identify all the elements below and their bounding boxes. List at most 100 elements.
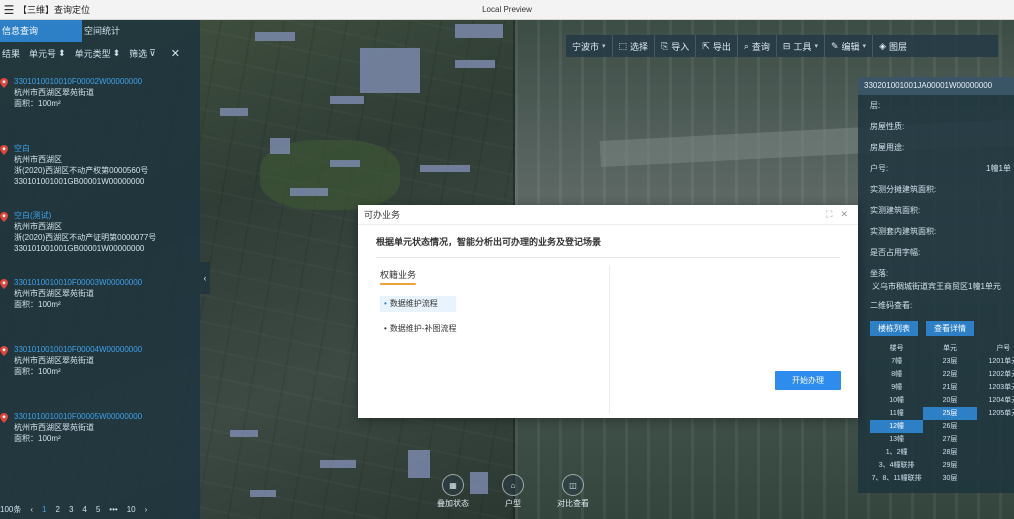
unit-id[interactable]: 3301010010010F00004W00000000 [14, 344, 200, 355]
unit-id[interactable]: 3301010010010F00002W00000000 [14, 76, 200, 87]
floorplan-button[interactable]: ⌂ 户型 [488, 474, 538, 509]
table-cell [977, 472, 1014, 485]
table-row[interactable]: 7、8、11幢联排 30层 [870, 472, 1014, 485]
table-cell [977, 459, 1014, 472]
unit-line: 330101001001GB00001W00000000 [14, 244, 145, 253]
unit-line: 面积：100m² [14, 367, 61, 376]
table-row[interactable]: 11幢 25层 1205单元 [870, 407, 1014, 420]
compare-view-button[interactable]: ◫ 对比查看 [548, 474, 598, 509]
building-block [320, 460, 356, 468]
location-pin-icon [0, 212, 8, 222]
view-detail-button[interactable]: 查看详情 [926, 321, 974, 336]
export-button[interactable]: ⇱ 导出 [696, 35, 738, 57]
list-item[interactable]: 3301010010010F00005W00000000 杭州市西湖区翠苑街道 … [0, 411, 200, 478]
building-table: 楼号 单元 户号 7幢 23层 1201单元 8幢 22层 1202单元 9幢 21层 12… [870, 342, 1014, 485]
sort-unit-type-label: 单元类型 [74, 48, 111, 59]
unit-id[interactable]: 3301010010010F00003W00000000 [14, 277, 200, 288]
unit-id[interactable]: 空白 [14, 143, 200, 154]
table-row[interactable]: 12幢 26层 [870, 420, 1014, 433]
window-title-bar: ☰ 【三维】查询定位 Local Preview [0, 0, 1014, 20]
close-icon[interactable]: ✕ [171, 47, 180, 60]
search-icon: ⌕ [743, 40, 749, 51]
divider [376, 257, 840, 258]
compare-view-label: 对比查看 [557, 499, 589, 508]
table-cell: 20层 [942, 397, 958, 404]
detail-label: 实测套内建筑面积: [870, 227, 937, 236]
detail-label: 实测建筑面积: [870, 206, 921, 215]
location-pin-icon [0, 145, 8, 155]
table-row[interactable]: 10幢 20层 1204单元 [870, 394, 1014, 407]
table-row[interactable]: 3、4幢联排 29层 [870, 459, 1014, 472]
import-button[interactable]: ⎘ 导入 [655, 35, 697, 57]
option-data-maintenance[interactable]: • 数据维护流程 [380, 296, 456, 312]
dialog-title: 可办业务 [364, 210, 401, 220]
left-tabs: 信息查询 空间统计 [0, 20, 200, 42]
select-button[interactable]: ⬚ 选择 [613, 35, 656, 57]
list-item[interactable]: 3301010010010F00003W00000000 杭州市西湖区翠苑街道 … [0, 277, 200, 344]
next-page-icon[interactable]: › [145, 505, 148, 514]
unit-id[interactable]: 空白(测试) [14, 210, 200, 221]
list-item[interactable]: 空白 杭州市西湖区 浙(2020)西湖区不动产权第0000560号 330101… [0, 143, 200, 210]
list-item[interactable]: 3301010010010F00002W00000000 杭州市西湖区翠苑街道 … [0, 76, 200, 143]
table-cell [977, 420, 1014, 433]
export-icon: ⇱ [702, 40, 710, 51]
search-button[interactable]: ⌕ 查询 [738, 35, 777, 57]
page-ellipsis[interactable]: ••• [109, 505, 117, 514]
table-cell: 7、8、11幢联排 [871, 475, 922, 482]
building-block [455, 24, 503, 38]
tools-label: 工具 [793, 41, 812, 52]
table-cell: 30层 [942, 475, 958, 482]
filter-button[interactable]: 筛选 ⊽ [129, 47, 156, 60]
location-pin-icon [0, 346, 8, 356]
page-2[interactable]: 2 [55, 505, 59, 514]
layers-button[interactable]: ◈ 图层 [873, 35, 913, 57]
layers-icon: ◈ [879, 40, 886, 51]
page-4[interactable]: 4 [82, 505, 86, 514]
unit-line: 330101001001GB00001W00000000 [14, 177, 145, 186]
prev-page-icon[interactable]: ‹ [30, 505, 33, 514]
tab-space-statistics[interactable]: 空间统计 [82, 20, 164, 42]
bullet-icon: • [384, 324, 387, 333]
fullscreen-icon[interactable]: ⛶ [826, 209, 832, 220]
table-cell: 11幢 [889, 410, 904, 417]
table-row[interactable]: 9幢 21层 1203单元 [870, 381, 1014, 394]
table-row[interactable]: 8幢 22层 1202单元 [870, 368, 1014, 381]
list-item[interactable]: 空白(测试) 杭州市西湖区 浙(2020)西湖区不动产证明第0000077号 3… [0, 210, 200, 277]
page-3[interactable]: 3 [69, 505, 73, 514]
floorplan-label: 户型 [505, 499, 521, 508]
hamburger-menu-icon[interactable]: ☰ [0, 3, 18, 17]
result-list: 3301010010010F00002W00000000 杭州市西湖区翠苑街道 … [0, 76, 200, 478]
select-icon: ⬚ [618, 40, 628, 51]
table-cell: 26层 [942, 423, 958, 430]
detail-row: 是否占用字幅: [858, 242, 1014, 263]
page-5[interactable]: 5 [96, 505, 100, 514]
list-item[interactable]: 3301010010010F00004W00000000 杭州市西湖区翠苑街道 … [0, 344, 200, 411]
detail-row: 实测套内建筑面积: [858, 221, 1014, 242]
unit-id[interactable]: 3301010010010F00005W00000000 [14, 411, 200, 422]
overlay-status-button[interactable]: ▦ 叠加状态 [428, 474, 478, 509]
building-block [330, 160, 360, 167]
toolbox-icon: ⊟ [782, 40, 791, 51]
unit-line: 浙(2020)西湖区不动产权第0000560号 [14, 166, 149, 175]
sort-unit-no[interactable]: 单元号 ⬍ [29, 47, 66, 60]
table-cell: 1202单元 [988, 371, 1014, 378]
start-processing-button[interactable]: 开始办理 [775, 371, 841, 390]
table-row[interactable]: 1、2幢 28层 [870, 446, 1014, 459]
table-row[interactable]: 13幢 27层 [870, 433, 1014, 446]
building-list-button[interactable]: 楼栋列表 [870, 321, 918, 336]
unit-line: 杭州市西湖区翠苑街道 [14, 423, 94, 432]
edit-button[interactable]: ✎ 编辑 ▾ [825, 35, 874, 57]
building-block [220, 108, 248, 116]
tab-info-query[interactable]: 信息查询 [0, 20, 82, 42]
option-data-maintenance-supplement[interactable]: • 数据维护-补图流程 [380, 321, 490, 337]
table-cell-selected: 25层 [923, 407, 977, 420]
close-icon[interactable]: ✕ [840, 209, 848, 220]
page-10[interactable]: 10 [127, 505, 136, 514]
city-selector[interactable]: 宁波市 ▾ [566, 35, 613, 57]
page-1[interactable]: 1 [42, 505, 46, 514]
table-row[interactable]: 7幢 23层 1201单元 [870, 355, 1014, 368]
dropdown-caret-icon: ▾ [814, 43, 818, 50]
tools-button[interactable]: ⊟ 工具 ▾ [777, 35, 825, 57]
collapse-left-panel-icon[interactable]: ‹ [200, 262, 210, 294]
sort-unit-type[interactable]: 单元类型 ⬍ [75, 47, 121, 60]
